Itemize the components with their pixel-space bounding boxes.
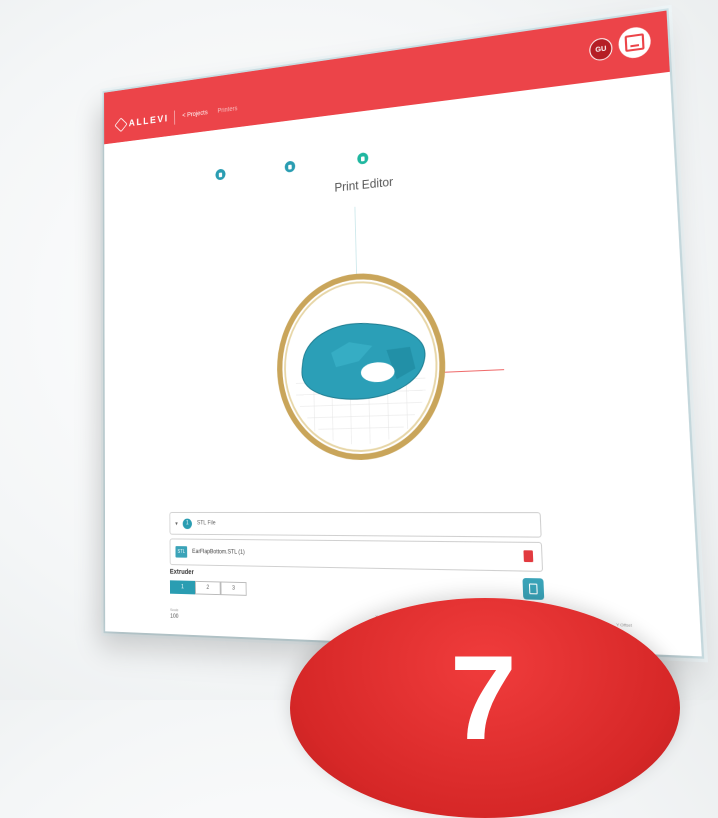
printer-icon <box>624 33 645 53</box>
allevi-logo[interactable]: ALLEVI <box>114 113 169 133</box>
file-count-label: STL File <box>196 520 216 527</box>
extruder-tab-3[interactable]: 3 <box>220 581 247 596</box>
extruder-tab-1[interactable]: 1 <box>169 580 196 595</box>
extruder-label: Extruder <box>169 568 194 577</box>
breadcrumb: < Projects Printers <box>182 106 237 120</box>
3d-viewer[interactable] <box>224 193 509 501</box>
step-file-icon[interactable] <box>215 168 226 181</box>
breadcrumb-projects[interactable]: < Projects <box>182 110 207 120</box>
stl-file-item[interactable]: STL EarFlapBottom.STL (1) <box>169 538 544 572</box>
trash-icon[interactable] <box>523 550 534 563</box>
add-file-icon <box>528 583 538 595</box>
header-divider <box>174 110 176 125</box>
stl-file-icon: STL <box>175 546 188 558</box>
metric-label: Scale <box>170 607 179 613</box>
extruder-tabs: 1 2 3 <box>169 580 247 596</box>
user-avatar[interactable]: GU <box>588 36 613 62</box>
extruder-tab-2[interactable]: 2 <box>194 580 221 596</box>
top-bar: ALLEVI < Projects Printers GU <box>104 10 670 145</box>
monitor-screen: ALLEVI < Projects Printers GU Print Edit… <box>104 10 702 657</box>
metric-scale[interactable]: Scale 100 <box>170 607 178 620</box>
metric-value: 100 <box>170 613 179 620</box>
stl-file-dropdown[interactable]: ▾ 1 STL File <box>169 511 542 538</box>
chevron-down-icon: ▾ <box>175 520 178 527</box>
file-count-badge: 1 <box>182 518 192 529</box>
scene: ALLEVI < Projects Printers GU Print Edit… <box>0 0 718 818</box>
add-file-button[interactable] <box>522 577 545 600</box>
step-number: 7 <box>450 631 517 765</box>
logo-mark-icon <box>114 117 128 133</box>
breadcrumb-printers[interactable]: Printers <box>217 106 237 115</box>
logo-text: ALLEVI <box>128 113 169 129</box>
printer-button[interactable] <box>617 25 652 60</box>
step-layers-icon[interactable] <box>284 160 296 173</box>
step-print-icon[interactable] <box>357 152 369 165</box>
step-number-badge: 7 <box>290 598 680 818</box>
stl-file-name: EarFlapBottom.STL (1) <box>192 549 245 556</box>
